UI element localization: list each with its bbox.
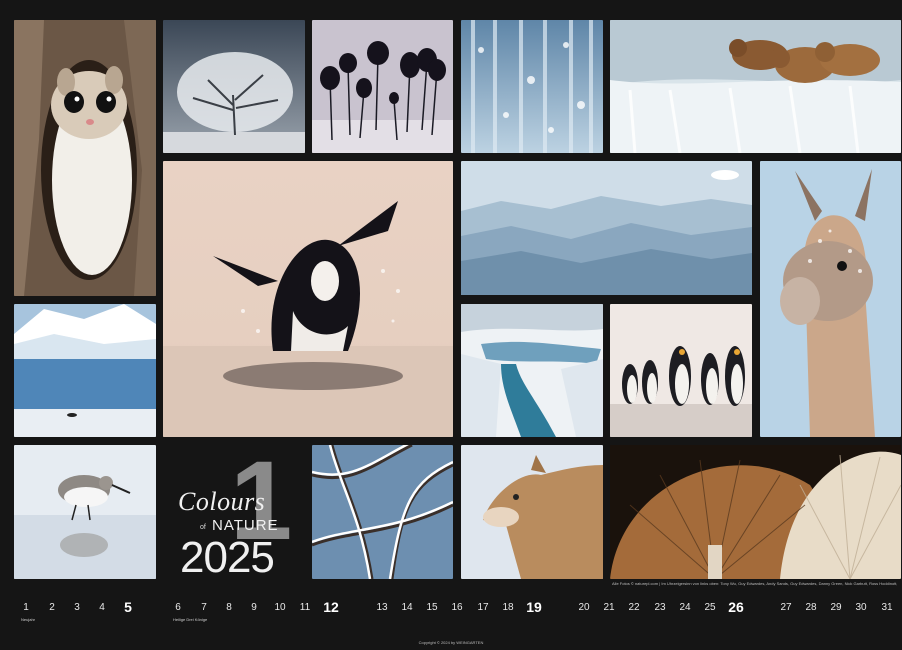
photo-sandpiper xyxy=(14,445,156,579)
calendar-day: 5 xyxy=(124,599,132,615)
calendar-day: 18 xyxy=(502,602,514,613)
calendar-day: 17 xyxy=(477,602,489,613)
calendar-day: 19 xyxy=(526,599,542,615)
calendar-page: { "title": { "number": "1", "colours": "… xyxy=(0,0,902,650)
title-nature: NATURE xyxy=(212,517,279,534)
calendar-day: 24 xyxy=(679,602,691,613)
calendar-day: 14 xyxy=(401,602,413,613)
photo-icy-canyon xyxy=(461,304,603,437)
calendar-day: 16 xyxy=(451,602,463,613)
calendar-day: 2 xyxy=(49,602,55,613)
photo-puma xyxy=(461,445,603,579)
holiday-label: Heilige Drei Könige xyxy=(173,617,208,622)
photo-llama xyxy=(760,161,901,437)
calendar-day: 13 xyxy=(376,602,388,613)
calendar-day: 26 xyxy=(728,599,744,615)
calendar-day: 10 xyxy=(274,602,286,613)
calendar-title: 1 Colours of NATURE 2025 xyxy=(160,445,305,583)
photo-penguins xyxy=(610,304,752,437)
photo-flying-squirrel xyxy=(14,20,156,296)
title-of: of xyxy=(200,524,206,531)
calendar-day: 25 xyxy=(704,602,716,613)
copyright: Copyright © 2024 by WEINGARTEN xyxy=(418,640,484,645)
calendar-day: 1 xyxy=(23,602,29,613)
calendar-day: 22 xyxy=(628,602,640,613)
calendar-day: 23 xyxy=(654,602,666,613)
photo-snowy-branches xyxy=(312,445,453,579)
calendar-day: 3 xyxy=(74,602,80,613)
calendar-day: 31 xyxy=(881,602,893,613)
calendar-day: 15 xyxy=(426,602,438,613)
calendar-day: 9 xyxy=(251,602,257,613)
calendar-day: 28 xyxy=(805,602,817,613)
title-year: 2025 xyxy=(180,533,275,582)
photo-misty-mountains xyxy=(461,161,752,295)
title-colours: Colours xyxy=(178,487,266,516)
calendar-day: 6 xyxy=(175,602,181,613)
calendar-day: 12 xyxy=(323,599,339,615)
holiday-label: Neujahr xyxy=(21,617,36,622)
calendar-day: 7 xyxy=(201,602,207,613)
photo-mushroom-gills xyxy=(610,445,901,579)
calendar-day: 11 xyxy=(299,602,311,613)
photo-orca xyxy=(163,161,453,437)
calendar-day: 27 xyxy=(780,602,792,613)
calendar-day: 8 xyxy=(226,602,232,613)
calendar-day: 21 xyxy=(603,602,615,613)
calendar-day: 30 xyxy=(855,602,867,613)
photo-snowy-bay xyxy=(14,304,156,437)
calendar-day: 29 xyxy=(830,602,842,613)
photo-credits: Alle Fotos © naturepl.com | Im Uhrzeiger… xyxy=(612,581,897,586)
calendar-day: 4 xyxy=(99,602,105,613)
photo-slime-mould xyxy=(312,20,453,153)
photo-frosted-tree xyxy=(163,20,305,153)
calendar-day: 20 xyxy=(578,602,590,613)
photo-bears-waterfall xyxy=(610,20,901,153)
photo-frozen-forest xyxy=(461,20,603,153)
